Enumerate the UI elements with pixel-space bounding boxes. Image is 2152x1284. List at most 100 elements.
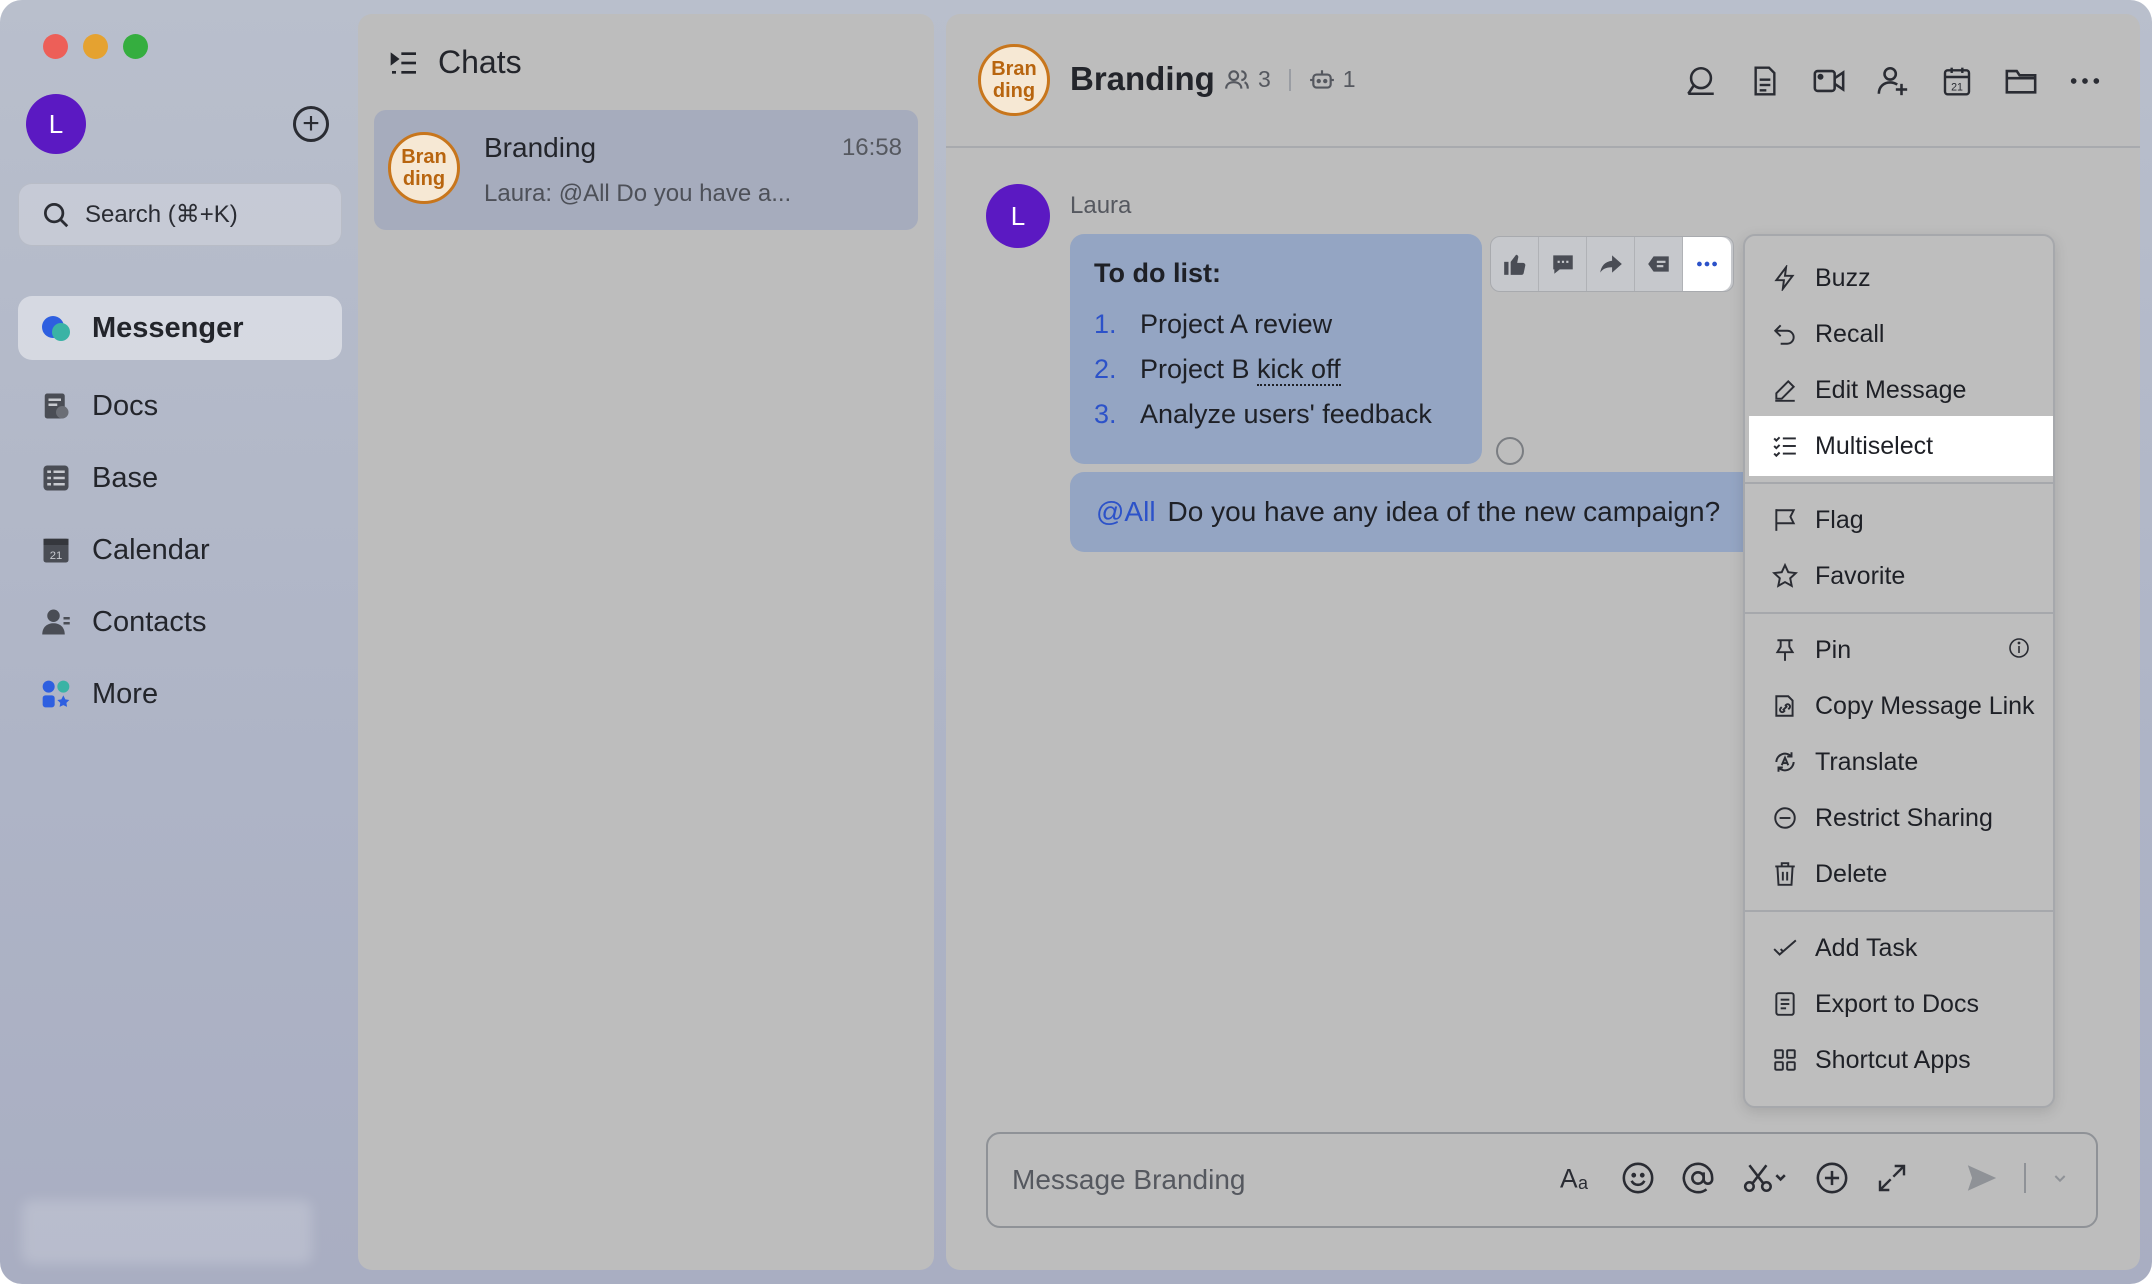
send-icon[interactable] xyxy=(1964,1158,2000,1198)
add-member-icon[interactable] xyxy=(1876,64,1910,98)
menu-item-delete[interactable]: Delete xyxy=(1749,844,2053,904)
sidebar-item-docs[interactable]: Docs xyxy=(18,374,342,438)
members-icon[interactable] xyxy=(1224,67,1250,93)
svg-text:a: a xyxy=(1578,1173,1589,1193)
multiselect-checkbox[interactable] xyxy=(1496,437,1524,465)
bots-count[interactable]: 1 xyxy=(1343,66,1356,93)
folder-icon[interactable] xyxy=(2004,64,2038,98)
menu-item-shortcut-apps[interactable]: Shortcut Apps xyxy=(1749,1030,2053,1090)
sidebar-item-calendar[interactable]: 21 Calendar xyxy=(18,518,342,582)
blurred-account-bar xyxy=(22,1200,312,1264)
avatar-text: ding xyxy=(992,80,1036,102)
avatar-text: ding xyxy=(402,168,446,190)
todo-item: 3. Analyze users' feedback xyxy=(1094,399,1458,430)
sidebar-item-messenger[interactable]: Messenger xyxy=(18,296,342,360)
chats-header: Chats xyxy=(388,44,522,81)
message-input[interactable] xyxy=(1012,1150,1532,1210)
todo-item: 2. Project B kick off xyxy=(1094,354,1458,386)
add-button[interactable]: + xyxy=(293,106,329,142)
todo-text-dotted[interactable]: kick off xyxy=(1257,354,1341,386)
menu-item-flag[interactable]: Flag xyxy=(1749,490,2053,550)
message-context-menu: Buzz Recall Edit Message Multiselect Fla… xyxy=(1743,234,2055,1108)
checklist-icon xyxy=(1771,432,1799,460)
menu-item-label: Delete xyxy=(1815,859,1888,888)
menu-item-edit-message[interactable]: Edit Message xyxy=(1749,360,2053,420)
reply-icon[interactable] xyxy=(1539,237,1587,291)
menu-item-export-to-docs[interactable]: Export to Docs xyxy=(1749,974,2053,1034)
more-actions-icon[interactable] xyxy=(1683,237,1731,291)
conversation-meta: 3 1 xyxy=(1224,66,1356,93)
svg-text:21: 21 xyxy=(1951,81,1963,93)
user-avatar[interactable]: L xyxy=(26,94,86,154)
info-icon[interactable] xyxy=(2007,636,2031,667)
forward-icon[interactable] xyxy=(1587,237,1635,291)
emoji-icon[interactable] xyxy=(1620,1158,1656,1198)
chat-time: 16:58 xyxy=(841,134,902,161)
quote-reply-icon[interactable] xyxy=(1635,237,1683,291)
send-divider xyxy=(2024,1163,2026,1193)
add-attachment-icon[interactable] xyxy=(1814,1158,1850,1198)
sidebar-item-base[interactable]: Base xyxy=(18,446,342,510)
mention-icon[interactable] xyxy=(1680,1158,1716,1198)
app-window: L + Search (⌘+K) Messenger Docs Base 21 … xyxy=(0,0,2152,1284)
undo-icon xyxy=(1771,320,1799,348)
text-message-bubble[interactable]: @All Do you have any idea of the new cam… xyxy=(1070,472,1760,552)
contacts-icon xyxy=(40,606,72,638)
search-chat-icon[interactable] xyxy=(1684,64,1718,98)
menu-item-buzz[interactable]: Buzz xyxy=(1749,248,2053,308)
menu-item-translate[interactable]: Translate xyxy=(1749,732,2053,792)
menu-item-multiselect[interactable]: Multiselect xyxy=(1749,416,2053,476)
expand-icon[interactable] xyxy=(1874,1158,1910,1198)
todo-message-bubble[interactable]: To do list: 1. Project A review 2. Proje… xyxy=(1070,234,1482,464)
menu-item-restrict-sharing[interactable]: Restrict Sharing xyxy=(1749,788,2053,848)
menu-item-label: Add Task xyxy=(1815,933,1918,962)
mention-all[interactable]: @All xyxy=(1096,496,1156,528)
conversation-title[interactable]: Branding xyxy=(1070,60,1215,98)
menu-item-copy-message-link[interactable]: Copy Message Link xyxy=(1749,676,2053,736)
group-avatar[interactable]: Bran ding xyxy=(978,44,1050,116)
flag-icon xyxy=(1771,506,1799,534)
todo-number: 3. xyxy=(1094,399,1117,429)
menu-item-label: Restrict Sharing xyxy=(1815,803,1993,832)
chevron-down-icon[interactable] xyxy=(2050,1158,2070,1198)
sender-name[interactable]: Laura xyxy=(1070,192,1131,220)
menu-item-label: Shortcut Apps xyxy=(1815,1045,1971,1074)
todo-text-part: Project B xyxy=(1140,354,1258,384)
video-call-icon[interactable] xyxy=(1812,64,1846,98)
collapse-list-icon[interactable] xyxy=(388,47,420,79)
thumbs-up-icon[interactable] xyxy=(1491,237,1539,291)
messenger-icon xyxy=(40,312,72,344)
conversation-header: Bran ding Branding 3 1 21 xyxy=(946,14,2140,148)
avatar-text: Bran xyxy=(991,58,1037,80)
sender-avatar[interactable]: L xyxy=(986,184,1050,248)
document-icon[interactable] xyxy=(1748,64,1782,98)
bot-icon[interactable] xyxy=(1309,67,1335,93)
close-window-button[interactable] xyxy=(43,34,68,59)
menu-item-add-task[interactable]: Add Task xyxy=(1749,918,2053,978)
todo-text: Project B kick off xyxy=(1140,354,1341,386)
apps-grid-icon xyxy=(1771,1046,1799,1074)
chat-list-item[interactable]: Bran ding Branding 16:58 Laura: @All Do y… xyxy=(374,110,918,230)
menu-item-label: Copy Message Link xyxy=(1815,691,2035,720)
menu-item-label: Favorite xyxy=(1815,561,1906,590)
search-input[interactable]: Search (⌘+K) xyxy=(18,183,342,246)
menu-item-recall[interactable]: Recall xyxy=(1749,304,2053,364)
calendar-icon: 21 xyxy=(40,534,72,566)
more-options-icon[interactable] xyxy=(2068,64,2102,98)
task-icon xyxy=(1771,934,1799,962)
menu-item-pin[interactable]: Pin xyxy=(1749,620,2053,680)
chat-preview: Laura: @All Do you have a... xyxy=(484,180,792,207)
minimize-window-button[interactable] xyxy=(83,34,108,59)
sidebar-item-contacts[interactable]: Contacts xyxy=(18,590,342,654)
text-format-icon[interactable]: Aa xyxy=(1560,1158,1596,1198)
calendar-icon[interactable]: 21 xyxy=(1940,64,1974,98)
screenshot-scissors-icon[interactable] xyxy=(1740,1158,1790,1198)
members-count[interactable]: 3 xyxy=(1258,66,1271,93)
search-placeholder: Search (⌘+K) xyxy=(85,201,238,228)
menu-item-favorite[interactable]: Favorite xyxy=(1749,546,2053,606)
conversation-panel: Bran ding Branding 3 1 21 L Laura To do … xyxy=(946,14,2140,1270)
sidebar-item-more[interactable]: More xyxy=(18,662,342,726)
maximize-window-button[interactable] xyxy=(123,34,148,59)
menu-item-label: Translate xyxy=(1815,747,1919,776)
base-icon xyxy=(40,462,72,494)
